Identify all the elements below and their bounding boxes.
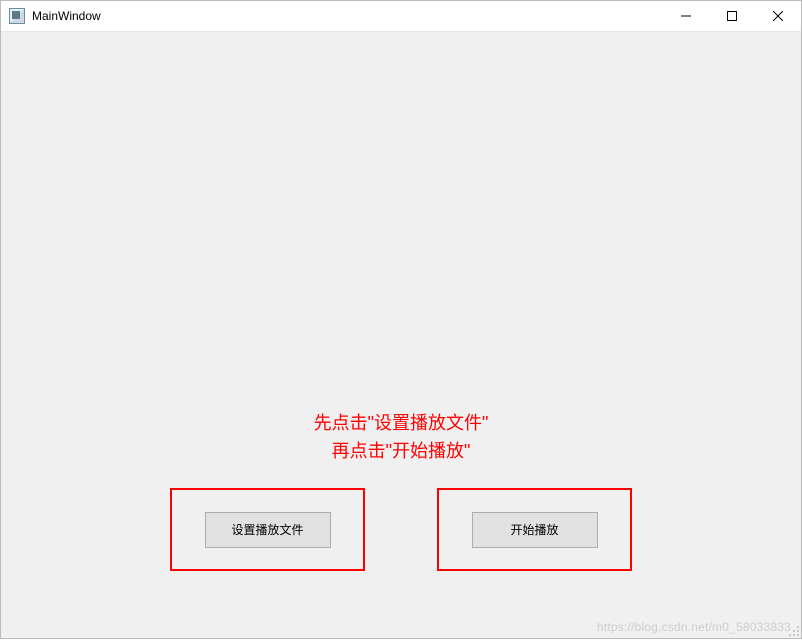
app-icon [9, 8, 25, 24]
maximize-icon [727, 11, 737, 21]
resize-grip-icon [786, 623, 800, 637]
instruction-line-2: 再点击"开始播放" [314, 437, 489, 465]
main-window: MainWindow 先点击"设置播放文件" 再点击"开始播放" 设置播放文件 … [0, 0, 802, 639]
resize-grip[interactable] [786, 623, 800, 637]
close-icon [773, 11, 783, 21]
instruction-text: 先点击"设置播放文件" 再点击"开始播放" [314, 409, 489, 465]
minimize-button[interactable] [663, 1, 709, 31]
start-play-highlight: 开始播放 [437, 488, 632, 571]
maximize-button[interactable] [709, 1, 755, 31]
set-file-button[interactable]: 设置播放文件 [205, 512, 331, 548]
window-controls [663, 1, 801, 31]
minimize-icon [681, 11, 691, 21]
instruction-line-1: 先点击"设置播放文件" [314, 409, 489, 437]
button-row: 设置播放文件 开始播放 [1, 488, 801, 571]
titlebar: MainWindow [1, 1, 801, 32]
content-area: 先点击"设置播放文件" 再点击"开始播放" 设置播放文件 开始播放 https:… [1, 32, 801, 638]
start-play-button[interactable]: 开始播放 [472, 512, 598, 548]
window-title: MainWindow [32, 9, 663, 23]
close-button[interactable] [755, 1, 801, 31]
watermark-text: https://blog.csdn.net/m0_58033833 [597, 620, 791, 634]
set-file-highlight: 设置播放文件 [170, 488, 365, 571]
